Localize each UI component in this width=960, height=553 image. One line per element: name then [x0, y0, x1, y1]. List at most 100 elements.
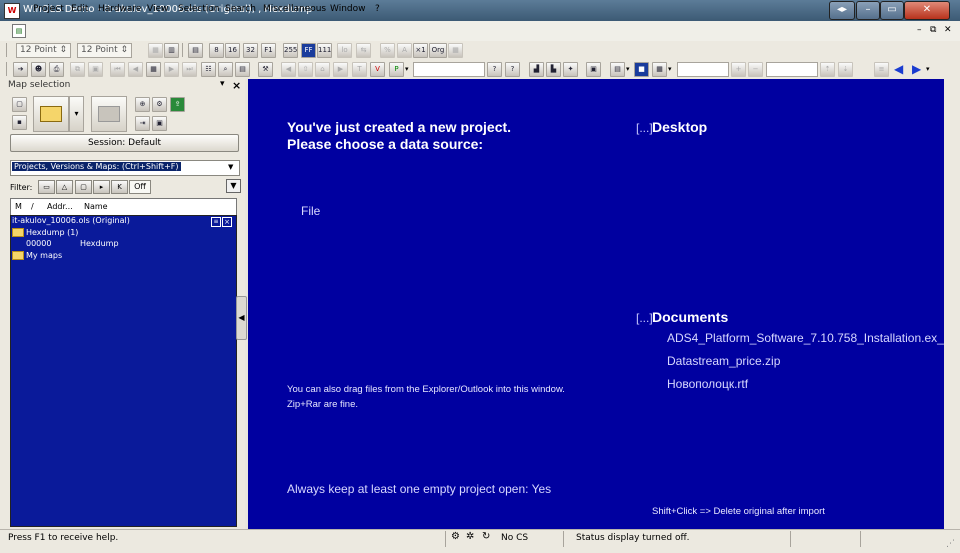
user-icon[interactable]: ☻	[31, 62, 46, 77]
width-8-button[interactable]: 8	[209, 43, 224, 58]
menu-project[interactable]: Project	[33, 4, 64, 14]
switch-window-button[interactable]: ◂▸	[829, 1, 855, 20]
hex-view-icon[interactable]: ▥	[164, 43, 179, 58]
stats-icon[interactable]: ▙	[546, 62, 561, 77]
export-icon[interactable]: ⇪	[170, 97, 185, 112]
mdi-restore-button[interactable]: ⧉	[930, 25, 936, 35]
resize-grip-icon[interactable]: ⋰	[946, 539, 955, 549]
filter-off-button[interactable]: Off	[129, 180, 151, 194]
move-down-icon[interactable]: ⇣	[838, 62, 853, 77]
home-icon[interactable]: ⌂	[315, 62, 330, 77]
import-map-icon[interactable]: ⇥	[135, 116, 150, 131]
compare-icon[interactable]: ▦	[448, 43, 463, 58]
tree-list-icon[interactable]: ≡	[211, 217, 221, 227]
delta-button[interactable]: A	[397, 43, 412, 58]
tools-icon[interactable]: ⚒	[258, 62, 273, 77]
dropdown-arrow-icon[interactable]: ▾	[626, 65, 630, 73]
map-tree[interactable]	[10, 215, 237, 527]
window-layout-icon[interactable]: ▣	[586, 62, 601, 77]
nav-forward-icon[interactable]: ▶	[912, 62, 921, 76]
open-project-button[interactable]	[33, 96, 69, 132]
8bit-icon[interactable]: ▤	[188, 43, 203, 58]
menu-selection[interactable]: Selection	[178, 4, 219, 14]
tree-folder-mymaps[interactable]: My maps	[12, 251, 62, 260]
minimize-button[interactable]: –	[856, 1, 880, 20]
print-icon[interactable]: ⎙	[49, 62, 64, 77]
first-icon[interactable]: ⏮	[110, 62, 125, 77]
close-window-button[interactable]: ✕	[904, 1, 950, 20]
toolbar-input[interactable]	[413, 62, 485, 77]
filter-k-icon[interactable]: K	[111, 180, 128, 194]
menu-hardware[interactable]: Hardware	[98, 4, 141, 14]
documents-browse-link[interactable]: [...]	[636, 311, 653, 325]
column-sort[interactable]: /	[31, 202, 34, 211]
column-name[interactable]: Name	[84, 202, 108, 211]
search-map-icon[interactable]: ⌕	[218, 62, 233, 77]
checksum-gear-icon[interactable]: ⚙	[451, 531, 460, 542]
zoom-out-icon[interactable]: −	[748, 62, 763, 77]
desktop-heading[interactable]: Desktop	[652, 119, 707, 135]
percent-button[interactable]: %	[380, 43, 395, 58]
session-button[interactable]: Session: Default	[10, 134, 239, 152]
add-map-icon[interactable]: ⊕	[135, 97, 150, 112]
toolbar-input[interactable]	[766, 62, 818, 77]
column-m[interactable]: M	[15, 202, 22, 211]
document-file-link[interactable]: Новополоцк.rtf	[667, 377, 748, 391]
font-size-spinner-1[interactable]: 12 Point ⇕	[16, 43, 72, 58]
filter-list-icon[interactable]: ▭	[38, 180, 55, 194]
zoom-in-icon[interactable]: +	[731, 62, 746, 77]
menu-search[interactable]: Search	[225, 4, 256, 14]
help-button[interactable]: ?	[487, 62, 502, 77]
document-file-link[interactable]: Datastream_price.zip	[667, 354, 780, 368]
float-button[interactable]: F1	[261, 43, 276, 58]
dropdown-arrow-icon[interactable]: ▾	[668, 65, 672, 73]
pointer-icon[interactable]: P	[389, 62, 404, 77]
align-icon[interactable]: ≡	[874, 62, 889, 77]
collapse-panel-icon[interactable]: ◀	[236, 296, 247, 340]
dropdown-arrow-icon[interactable]: ▾	[926, 65, 930, 73]
next-icon[interactable]: ▶	[164, 62, 179, 77]
copy-icon[interactable]: ⧉	[70, 62, 85, 77]
tree-close-icon[interactable]: ×	[222, 217, 232, 227]
panel-close-icon[interactable]: ×	[232, 79, 241, 92]
memory-icon[interactable]: ▤	[235, 62, 250, 77]
value-icon[interactable]: V	[370, 62, 385, 77]
layer-icon[interactable]: ▦	[652, 62, 667, 77]
upload-icon[interactable]: ⇧	[298, 62, 313, 77]
previous-icon[interactable]: ◀	[128, 62, 143, 77]
menu-window[interactable]: Window	[330, 4, 366, 14]
width-32-button[interactable]: 32	[243, 43, 258, 58]
mdi-close-button[interactable]: ✕	[944, 25, 952, 35]
back-icon[interactable]: ◀	[281, 62, 296, 77]
open-recent-button[interactable]	[91, 96, 127, 132]
desktop-browse-link[interactable]: [...]	[636, 121, 653, 135]
tools-panel-icon[interactable]: ⚙	[152, 97, 167, 112]
last-icon[interactable]: ⏭	[182, 62, 197, 77]
text-view-icon[interactable]: ▦	[148, 43, 163, 58]
map-list-icon[interactable]: ☷	[201, 62, 216, 77]
checksum-refresh-icon[interactable]: ↻	[482, 531, 490, 542]
cascade-icon[interactable]: ▤	[610, 62, 625, 77]
toolbar-input[interactable]	[677, 62, 729, 77]
import-icon[interactable]: ➔	[13, 62, 28, 77]
filter-triangle-icon[interactable]: △	[56, 180, 73, 194]
tree-folder-hexdump[interactable]: Hexdump (1)	[12, 228, 78, 237]
new-icon[interactable]: ▢	[12, 97, 27, 112]
nav-back-icon[interactable]: ◀	[894, 62, 903, 76]
grid-icon[interactable]: ▦	[146, 62, 161, 77]
document-file-link[interactable]: ADS4_Platform_Software_7.10.758_Installa…	[667, 331, 944, 345]
combo-arrow-icon[interactable]: ▼	[228, 163, 233, 171]
menu-miscellaneous[interactable]: Miscellaneous	[263, 4, 326, 14]
bar-graph-icon[interactable]: ▟	[529, 62, 544, 77]
maximize-button[interactable]: ▭	[880, 1, 904, 20]
save-icon[interactable]: ▪	[12, 115, 27, 130]
binary-button[interactable]: 111	[317, 43, 332, 58]
filter-pointer-icon[interactable]: ▸	[93, 180, 110, 194]
width-16-button[interactable]: 16	[225, 43, 240, 58]
expand-options-icon[interactable]: ▼	[226, 179, 241, 193]
keep-open-toggle[interactable]: Always keep at least one empty project o…	[287, 482, 551, 496]
swap-icon[interactable]: ⇆	[356, 43, 371, 58]
tree-item-address[interactable]: 00000	[26, 239, 51, 248]
move-up-icon[interactable]: ⇡	[820, 62, 835, 77]
menu-edit[interactable]: Edit	[71, 4, 88, 14]
